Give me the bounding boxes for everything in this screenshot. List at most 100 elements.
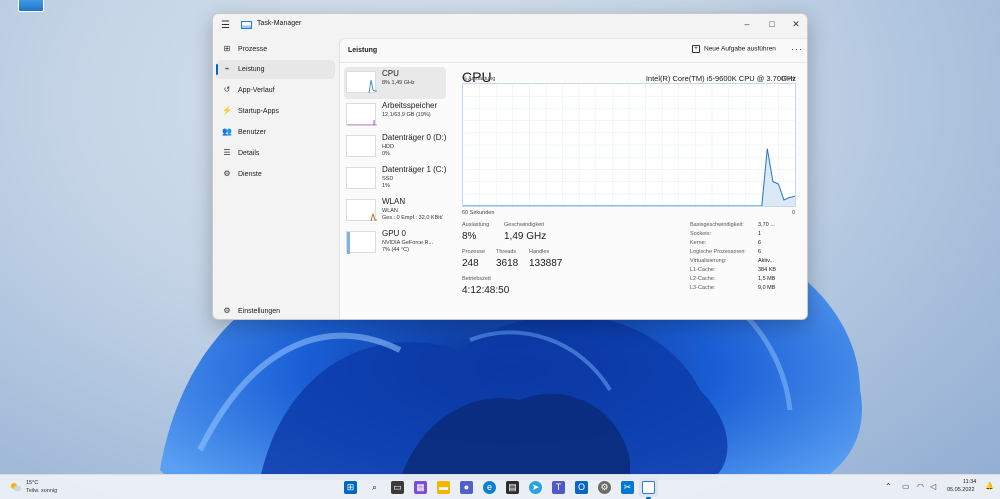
minimize-button[interactable]: – (740, 17, 754, 31)
active-indicator (216, 64, 218, 75)
search-icon[interactable]: ⌕ (368, 481, 381, 494)
device-name: Arbeitsspeicher (382, 101, 438, 110)
cpu-graph-svg (463, 84, 796, 207)
settings-icon: ⚙ (223, 306, 231, 315)
services-icon: ⚙ (223, 169, 231, 178)
wifi-icon[interactable]: ◠ (917, 482, 924, 491)
window-title: Task-Manager (257, 20, 302, 27)
wlan-thumbnail (346, 199, 377, 222)
sidebar-item-einstellungen[interactable]: ⚙ Einstellungen (216, 302, 335, 319)
sidebar-item-prozesse[interactable]: ⊞ Prozesse (216, 40, 335, 59)
sidebar-item-label: Leistung (238, 66, 265, 73)
startup-icon: ⚡ (222, 106, 232, 115)
device-item-disk-1[interactable]: Datenträger 1 (C:) SSD 1% (344, 163, 446, 195)
spec-value: 6 (758, 249, 762, 255)
cpu-model: Intel(R) Core(TM) i5-9600K CPU @ 3.70GHz (645, 74, 796, 83)
snipping-icon[interactable]: ✂ (621, 481, 634, 494)
chat-icon[interactable]: ● (460, 481, 473, 494)
widgets-icon[interactable]: ▦ (414, 481, 427, 494)
sidebar-item-label: Einstellungen (238, 308, 281, 315)
device-item-cpu[interactable]: CPU 8% 1,49 GHz (344, 67, 446, 99)
sidebar-item-benutzer[interactable]: 👥 Benutzer (216, 123, 335, 142)
device-sub: 7% (44 °C) (382, 247, 409, 253)
task-view-icon[interactable]: ▭ (391, 481, 404, 494)
chevron-up-icon[interactable]: ⌃ (885, 482, 892, 491)
stat-label-utilization: Auslastung (462, 222, 490, 228)
sidebar-item-label: Startup-Apps (238, 108, 279, 115)
display-icon[interactable]: ▭ (902, 482, 910, 491)
sidebar-item-leistung[interactable]: ⌁ Leistung (216, 60, 335, 79)
title-bar: ☰ Task-Manager – □ ✕ (213, 14, 807, 36)
partly-sunny-icon (11, 483, 22, 492)
teams-icon[interactable]: T (552, 481, 565, 494)
task-manager-window: ☰ Task-Manager – □ ✕ ⊞ Prozesse ⌁ Leistu… (212, 13, 808, 320)
device-name: CPU (382, 69, 399, 78)
cpu-detail-panel: CPU Intel(R) Core(TM) i5-9600K CPU @ 3.7… (460, 67, 806, 317)
device-sub: 12,1/63,9 GB (19%) (382, 112, 431, 118)
more-options-icon[interactable]: ··· (791, 44, 803, 54)
device-name: GPU 0 (382, 229, 407, 238)
device-item-wlan[interactable]: WLAN WLAN Ges.: 0 Empf.: 32,0 KBit/ (344, 195, 446, 227)
settings-icon[interactable]: ⚙ (598, 481, 611, 494)
outlook-icon[interactable]: O (575, 481, 588, 494)
run-new-task-button[interactable]: + Neue Aufgabe ausführen (692, 45, 776, 57)
spec-key: L3-Cache: (690, 285, 716, 291)
x-axis-label: 60 Sekunden (462, 210, 495, 216)
sidebar-item-label: Dienste (238, 171, 262, 178)
sidebar-item-details[interactable]: ☰ Details (216, 144, 335, 163)
sidebar-item-app-verlauf[interactable]: ↺ App-Verlauf (216, 81, 335, 100)
cpu-usage-graph (462, 83, 796, 207)
telegram-icon[interactable]: ➤ (529, 481, 542, 494)
close-button[interactable]: ✕ (789, 17, 803, 31)
spec-value: Aktiv... (758, 258, 775, 264)
notification-icon[interactable]: 🔔 (985, 482, 994, 490)
spec-value: 384 KB (758, 267, 777, 273)
stat-value-speed: 1,49 GHz (504, 231, 547, 242)
stat-label-uptime: Betriebszeit (462, 276, 491, 282)
taskbar: 15°C Teilw. sonnig ⊞ ⌕ ▭ ▦ ▬ ● e ▤ ➤ T O… (0, 474, 1000, 499)
edge-icon[interactable]: e (483, 481, 496, 494)
spec-key: Logische Prozessoren: (690, 249, 746, 255)
stat-label-processes: Prozesse (462, 249, 485, 255)
weather-description[interactable]: Teilw. sonnig (26, 488, 57, 494)
clock-date[interactable]: 05.05.2022 (947, 487, 975, 493)
device-name: Datenträger 1 (C:) (382, 165, 447, 174)
stat-label-handles: Handles (529, 249, 550, 255)
device-sub: NVIDIA GeForce R... (382, 240, 434, 246)
clock-time[interactable]: 11:34 (963, 479, 976, 485)
store-icon[interactable]: ▤ (506, 481, 519, 494)
spec-value: 3,70 ... (758, 222, 775, 228)
volume-icon[interactable]: ◁ (930, 482, 936, 491)
device-sub: WLAN (382, 208, 398, 214)
maximize-button[interactable]: □ (765, 17, 779, 31)
sidebar-item-label: Benutzer (238, 129, 267, 136)
hamburger-menu-icon[interactable]: ☰ (221, 20, 230, 31)
task-manager-icon[interactable] (642, 481, 655, 494)
start-icon[interactable]: ⊞ (344, 481, 357, 494)
spec-key: L2-Cache: (690, 276, 716, 282)
spec-key: Virtualisierung: (690, 258, 727, 264)
spec-value: 1,5 MB (758, 276, 776, 282)
device-item-disk-0[interactable]: Datenträger 0 (D:) HDD 0% (344, 131, 446, 163)
weather-temperature[interactable]: 15°C (26, 480, 38, 486)
sidebar-item-startup-apps[interactable]: ⚡ Startup-Apps (216, 102, 335, 121)
sidebar-item-dienste[interactable]: ⚙ Dienste (216, 165, 335, 184)
desktop-shortcut-icon[interactable] (18, 0, 44, 12)
run-task-label: Neue Aufgabe ausführen (704, 45, 776, 53)
spec-key: Sockets: (690, 231, 712, 237)
x-axis-min: 0 (792, 210, 796, 216)
device-name: Datenträger 0 (D:) (382, 133, 447, 142)
device-sub: Ges.: 0 Empf.: 32,0 KBit/ (382, 215, 443, 221)
main-header: Leistung + Neue Aufgabe ausführen ··· (340, 39, 807, 63)
y-axis-max: 100% (781, 76, 796, 82)
sidebar: ⊞ Prozesse ⌁ Leistung ↺ App-Verlauf ⚡ St… (213, 40, 339, 319)
users-icon: 👥 (222, 127, 232, 136)
run-task-icon: + (692, 45, 700, 53)
cpu-thumbnail (346, 71, 377, 94)
device-item-memory[interactable]: Arbeitsspeicher 12,1/63,9 GB (19%) (344, 99, 446, 131)
spec-value: 6 (758, 240, 762, 246)
spec-key: L1-Cache: (690, 267, 716, 273)
device-item-gpu[interactable]: GPU 0 NVIDIA GeForce R... 7% (44 °C) (344, 227, 446, 259)
task-manager-app-icon (241, 21, 252, 29)
file-explorer-icon[interactable]: ▬ (437, 481, 450, 494)
